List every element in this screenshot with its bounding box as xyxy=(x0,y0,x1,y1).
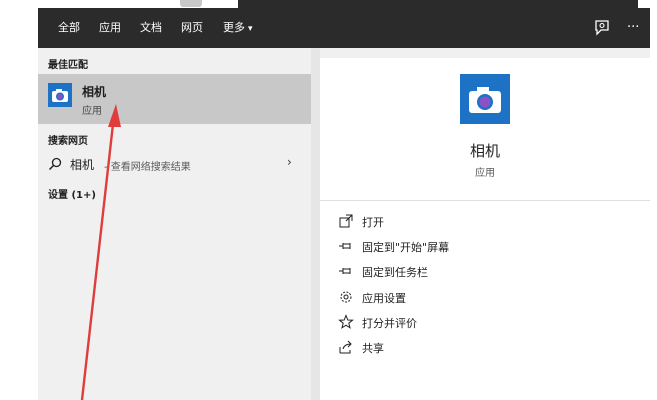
settings-heading[interactable]: 设置 (1+) xyxy=(48,186,96,201)
open-icon xyxy=(338,213,354,229)
search-tabbar: 全部 应用 文档 网页 更多 ▾ ··· xyxy=(38,8,650,48)
action-open-label: 打开 xyxy=(362,216,384,229)
action-rate-review-label: 打分并评价 xyxy=(362,317,417,330)
pane-divider xyxy=(311,48,320,400)
action-pin-start-label: 固定到"开始"屏幕 xyxy=(362,241,450,254)
preview-pane: 相机 应用 打开 固定到"开始"屏幕 固定到任务栏 应用设置 打分并评价 共享 xyxy=(320,58,650,400)
web-search-result[interactable]: 相机 - 查看网络搜索结果 › xyxy=(38,151,311,177)
web-search-hint: - 查看网络搜索结果 xyxy=(104,162,191,173)
results-pane: 最佳匹配 相机 应用 搜索网页 相机 - 查看网络搜索结果 › 设置 (1+) xyxy=(38,48,311,400)
desktop-badge xyxy=(180,0,202,7)
desktop-right-margin xyxy=(650,0,657,400)
web-search-heading: 搜索网页 xyxy=(48,136,88,147)
camera-icon xyxy=(48,83,72,107)
preview-app-type: 应用 xyxy=(475,168,495,179)
tab-documents[interactable]: 文档 xyxy=(140,8,162,48)
tab-more[interactable]: 更多 ▾ xyxy=(223,8,253,48)
chevron-down-icon: ▾ xyxy=(248,24,253,34)
more-options-icon[interactable]: ··· xyxy=(627,8,639,48)
pin-icon xyxy=(338,263,354,279)
share-icon xyxy=(338,339,354,355)
camera-icon xyxy=(460,74,510,124)
search-icon xyxy=(47,156,63,172)
best-match-heading: 最佳匹配 xyxy=(48,60,88,71)
action-pin-start[interactable]: 固定到"开始"屏幕 xyxy=(338,237,628,257)
desktop-strip xyxy=(238,0,638,8)
tab-apps[interactable]: 应用 xyxy=(99,8,121,48)
feedback-icon[interactable] xyxy=(592,18,612,38)
gear-icon xyxy=(338,289,354,305)
best-match-name: 相机 xyxy=(82,85,107,99)
tab-web[interactable]: 网页 xyxy=(181,8,203,48)
search-window: 全部 应用 文档 网页 更多 ▾ ··· 最佳匹配 相机 应用 搜索网页 相机 … xyxy=(38,8,650,400)
preview-app-name: 相机 xyxy=(469,142,500,160)
pin-icon xyxy=(338,238,354,254)
action-rate-review[interactable]: 打分并评价 xyxy=(338,313,628,333)
star-icon xyxy=(338,314,354,330)
preview-divider xyxy=(320,200,650,201)
best-match-result[interactable]: 相机 应用 xyxy=(38,74,311,124)
chevron-right-icon: › xyxy=(287,155,292,169)
web-search-term: 相机 xyxy=(70,158,95,172)
tab-all[interactable]: 全部 xyxy=(58,8,80,48)
action-share-label: 共享 xyxy=(362,342,384,355)
action-app-settings-label: 应用设置 xyxy=(362,292,406,305)
action-pin-taskbar-label: 固定到任务栏 xyxy=(362,266,428,279)
action-app-settings[interactable]: 应用设置 xyxy=(338,288,628,308)
desktop-left-margin xyxy=(0,0,38,400)
action-pin-taskbar[interactable]: 固定到任务栏 xyxy=(338,262,628,282)
tab-more-label: 更多 xyxy=(223,21,245,34)
action-open[interactable]: 打开 xyxy=(338,212,628,232)
action-share[interactable]: 共享 xyxy=(338,338,628,358)
best-match-type: 应用 xyxy=(82,106,102,117)
